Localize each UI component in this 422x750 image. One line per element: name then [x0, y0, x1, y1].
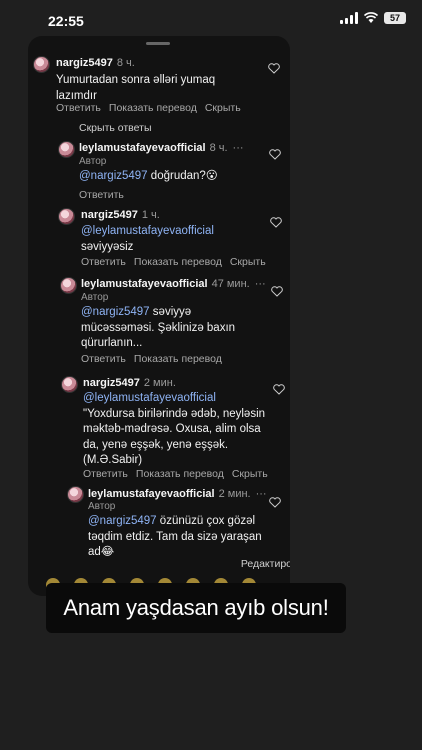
- caption-text: Anam yaşdasan ayıb olsun!: [63, 595, 329, 620]
- comment-username[interactable]: leylamustafayevaofficial 47 мин. ···: [81, 278, 266, 290]
- show-translation-button[interactable]: Показать перевод: [136, 468, 224, 480]
- comment-time: 8 ч.: [209, 142, 228, 154]
- like-heart-icon[interactable]: [273, 384, 285, 395]
- avatar[interactable]: [61, 376, 78, 393]
- edit-button[interactable]: Редактиро: [241, 558, 290, 570]
- battery-icon: 57: [384, 12, 406, 24]
- comment-time: 8 ч.: [116, 57, 135, 69]
- comment-username[interactable]: nargiz5497 1 ч.: [81, 209, 160, 221]
- wifi-icon: [364, 12, 378, 23]
- reply-button[interactable]: Ответить: [81, 256, 126, 268]
- author-badge: Автор: [88, 501, 116, 512]
- comment-username[interactable]: nargiz5497 8 ч.: [56, 57, 135, 69]
- reply-button[interactable]: Ответить: [83, 468, 128, 480]
- hide-button[interactable]: Скрыть: [232, 468, 268, 480]
- comment-text: @nargiz5497 səviyyə mücəssəməsi. Şəklini…: [81, 306, 236, 349]
- hide-button[interactable]: Скрыть: [230, 256, 266, 268]
- status-icons: 57: [340, 12, 406, 24]
- status-time: 22:55: [48, 13, 84, 29]
- comment-actions: Ответить Показать перевод Скрыть: [81, 256, 266, 268]
- avatar[interactable]: [60, 277, 77, 294]
- comment-actions: Ответить Показать перевод: [81, 353, 222, 365]
- comment-text: @nargiz5497 doğrudan?😮: [79, 170, 218, 182]
- avatar[interactable]: [58, 208, 75, 225]
- like-heart-icon[interactable]: [271, 286, 283, 297]
- show-translation-button[interactable]: Показать перевод: [109, 102, 197, 114]
- comment-username[interactable]: nargiz5497 2 мин.: [83, 377, 176, 389]
- sheet-grabber[interactable]: [146, 42, 170, 45]
- mention-link[interactable]: @nargiz5497: [81, 306, 150, 318]
- comment-time: 47 мин.: [211, 278, 250, 290]
- comment-time: 2 мин.: [143, 377, 176, 389]
- show-translation-button[interactable]: Показать перевод: [134, 353, 222, 365]
- comment-text: Yumurtadan sonra əlləri yumaq lazımdır: [56, 74, 216, 102]
- hide-replies-button[interactable]: Скрыть ответы: [79, 122, 152, 134]
- story-caption: Anam yaşdasan ayıb olsun!: [46, 583, 346, 633]
- comment-text: @leylamustafayevaofficial səviyyəsiz: [81, 225, 214, 253]
- status-bar: 22:55 57: [0, 0, 422, 40]
- show-translation-button[interactable]: Показать перевод: [134, 256, 222, 268]
- signal-icon: [340, 12, 358, 24]
- comment-username[interactable]: leylamustafayevaofficial 2 мин. ···: [88, 488, 267, 500]
- like-heart-icon[interactable]: [268, 63, 280, 74]
- mention-link[interactable]: @nargiz5497: [88, 515, 157, 527]
- mention-link[interactable]: @leylamustafayevaofficial: [83, 392, 216, 404]
- mention-link[interactable]: @nargiz5497: [79, 170, 148, 182]
- comment-time: 2 мин.: [218, 488, 251, 500]
- comment-time: 1 ч.: [141, 209, 160, 221]
- comment-text: @leylamustafayevaofficial "Yoxdursa biril…: [83, 392, 266, 466]
- avatar[interactable]: [67, 486, 84, 503]
- reply-button[interactable]: Ответить: [79, 189, 124, 201]
- author-badge: Автор: [81, 292, 109, 303]
- like-heart-icon[interactable]: [269, 149, 281, 160]
- comment-actions: Ответить Показать перевод Скрыть: [56, 102, 241, 114]
- comment-text: @nargiz5497 özünüzü çox gözəl təqdim etd…: [88, 515, 262, 558]
- avatar[interactable]: [58, 141, 75, 158]
- reply-button[interactable]: Ответить: [81, 353, 126, 365]
- comments-sheet: nargiz5497 8 ч. Yumurtadan sonra əlləri y…: [28, 36, 290, 596]
- comment-actions: Ответить: [79, 189, 124, 201]
- author-badge: Автор: [79, 156, 107, 167]
- like-heart-icon[interactable]: [270, 217, 282, 228]
- avatar[interactable]: [33, 56, 50, 73]
- comment-actions: Ответить Показать перевод Скрыть: [83, 468, 268, 480]
- like-heart-icon[interactable]: [269, 497, 281, 508]
- comment-username[interactable]: leylamustafayevaofficial 8 ч. ···: [79, 142, 244, 154]
- hide-button[interactable]: Скрыть: [205, 102, 241, 114]
- reply-button[interactable]: Ответить: [56, 102, 101, 114]
- mention-link[interactable]: @leylamustafayevaofficial: [81, 225, 214, 237]
